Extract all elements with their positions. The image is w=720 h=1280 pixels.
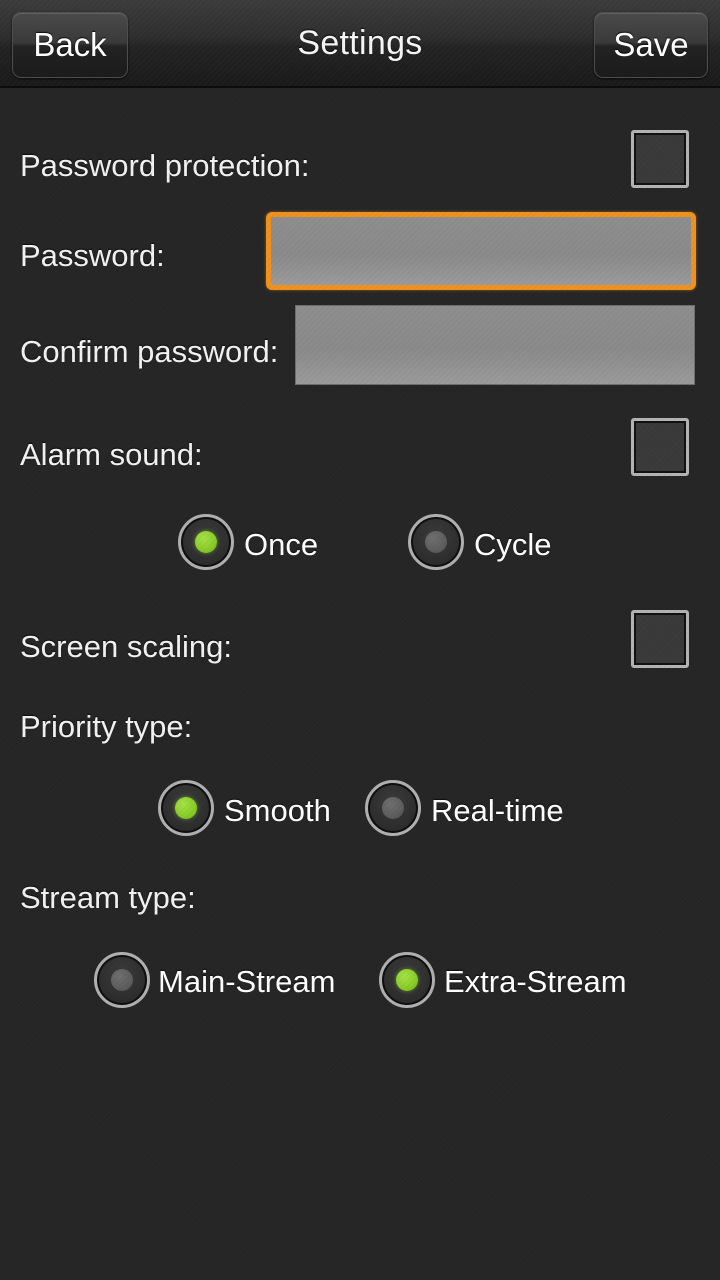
alarm-sound-label: Alarm sound: <box>20 437 203 472</box>
password-label: Password: <box>20 238 165 273</box>
back-button[interactable]: Back <box>12 12 128 78</box>
radio-dot <box>396 969 418 991</box>
password-protection-label: Password protection: <box>20 148 310 183</box>
alarm-sound-radio-cycle[interactable] <box>408 514 464 570</box>
radio-dot <box>425 531 447 553</box>
priority-type-label: Priority type: <box>20 709 193 744</box>
screen-scaling-checkbox[interactable] <box>631 610 689 668</box>
stream-type-radio-main-stream[interactable] <box>94 952 150 1008</box>
password-protection-checkbox[interactable] <box>631 130 689 188</box>
priority-type-radio-real-time-label: Real-time <box>431 793 564 828</box>
password-input[interactable] <box>266 212 696 290</box>
confirm-password-label: Confirm password: <box>20 334 279 369</box>
radio-dot <box>382 797 404 819</box>
alarm-sound-checkbox[interactable] <box>631 418 689 476</box>
priority-type-radio-smooth[interactable] <box>158 780 214 836</box>
settings-screen: Settings Back Save Password protection: … <box>0 0 720 1280</box>
title-bar: Settings Back Save <box>0 0 720 88</box>
stream-type-label: Stream type: <box>20 880 196 915</box>
priority-type-radio-smooth-label: Smooth <box>224 793 331 828</box>
radio-dot <box>111 969 133 991</box>
confirm-password-input[interactable] <box>295 305 695 385</box>
alarm-sound-radio-once-label: Once <box>244 527 319 562</box>
stream-type-radio-extra-stream[interactable] <box>379 952 435 1008</box>
stream-type-radio-main-stream-label: Main-Stream <box>158 964 336 999</box>
alarm-sound-radio-cycle-label: Cycle <box>474 527 552 562</box>
radio-dot <box>195 531 217 553</box>
stream-type-radio-extra-stream-label: Extra-Stream <box>444 964 627 999</box>
priority-type-radio-real-time[interactable] <box>365 780 421 836</box>
radio-dot <box>175 797 197 819</box>
alarm-sound-radio-once[interactable] <box>178 514 234 570</box>
save-button[interactable]: Save <box>594 12 708 78</box>
screen-scaling-label: Screen scaling: <box>20 629 232 664</box>
